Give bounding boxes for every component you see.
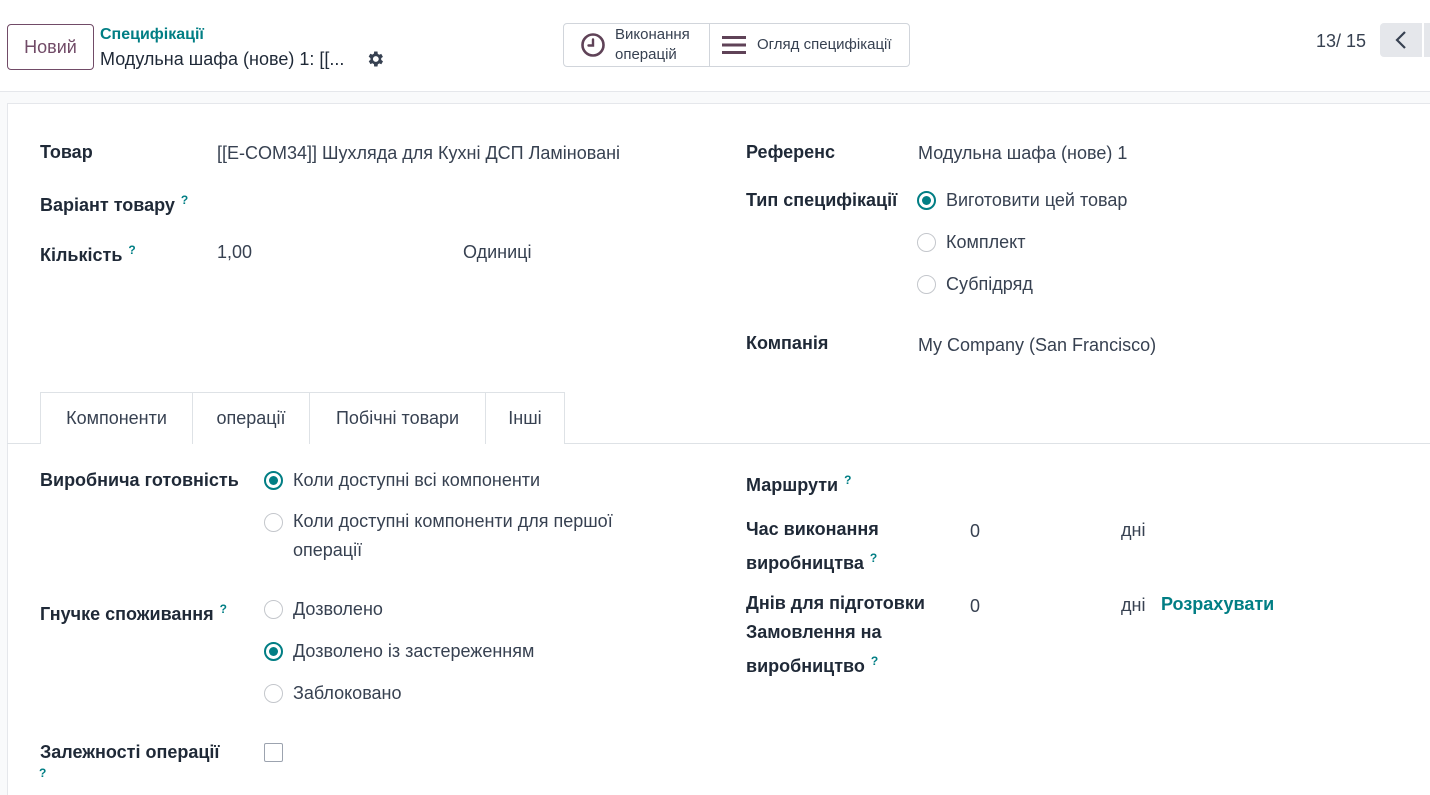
readiness-first-op-radio[interactable]: [264, 513, 283, 532]
dependencies-help-icon[interactable]: ?: [39, 766, 46, 780]
readiness-first-op-label-cont[interactable]: операції: [293, 536, 362, 565]
flexible-warning-label[interactable]: Дозволено із застереженням: [293, 637, 534, 666]
flexible-warning-radio[interactable]: [264, 642, 283, 661]
variant-label-text: Варіант товару: [40, 195, 175, 215]
flexible-allowed-radio[interactable]: [264, 600, 283, 619]
prep-days-label-line3: виробництво: [746, 656, 865, 676]
quantity-help-icon[interactable]: ?: [128, 243, 135, 257]
operation-dependencies-checkbox[interactable]: [264, 743, 283, 762]
lead-time-label: Час виконання виробництва?: [746, 515, 879, 578]
flexible-consumption-label-text: Гнучке споживання: [40, 604, 214, 624]
quantity-field[interactable]: 1,00: [217, 238, 252, 267]
routes-label: Маршрути?: [746, 466, 851, 500]
control-panel: Новий Специфікації Модульна шафа (нове) …: [0, 0, 1430, 92]
prep-days-label-line1: Днів для підготовки: [746, 593, 925, 613]
bom-type-kit-radio[interactable]: [917, 233, 936, 252]
variant-help-icon[interactable]: ?: [181, 193, 188, 207]
bom-type-subcontract-radio[interactable]: [917, 275, 936, 294]
flexible-consumption-label: Гнучке споживання?: [40, 595, 227, 629]
product-field[interactable]: [[E-COM34]] Шухляда для Кухні ДСП Ламіно…: [217, 139, 620, 168]
bom-type-label: Тип специфікації: [746, 190, 898, 210]
reference-label: Референс: [746, 142, 835, 162]
flexible-help-icon[interactable]: ?: [220, 602, 227, 616]
flexible-allowed-label[interactable]: Дозволено: [293, 595, 383, 624]
flexible-blocked-radio[interactable]: [264, 684, 283, 703]
prep-days-help-icon[interactable]: ?: [871, 654, 878, 668]
flexible-blocked-label[interactable]: Заблоковано: [293, 679, 402, 708]
tab-byproducts[interactable]: Побічні товари: [309, 392, 486, 444]
lead-time-unit: дні: [1121, 520, 1146, 540]
pager-previous-button[interactable]: [1380, 23, 1422, 57]
bom-type-manufacture-radio[interactable]: [917, 191, 936, 210]
company-field[interactable]: My Company (San Francisco): [918, 331, 1156, 360]
routes-help-icon[interactable]: ?: [844, 473, 851, 487]
product-label: Товар: [40, 142, 93, 162]
prep-days-unit: дні: [1121, 595, 1146, 615]
readiness-all-radio[interactable]: [264, 471, 283, 490]
breadcrumb-parent[interactable]: Специфікації: [100, 26, 204, 44]
compute-button[interactable]: Розрахувати: [1161, 594, 1274, 615]
prep-days-field[interactable]: 0: [970, 592, 980, 621]
form-sheet: [7, 103, 1430, 795]
operation-dependencies-label: Залежності операції: [40, 742, 220, 762]
prep-days-label: Днів для підготовки Замовлення на виробн…: [746, 589, 925, 681]
routes-label-text: Маршрути: [746, 475, 839, 495]
list-icon: [722, 36, 746, 54]
clock-icon: [581, 33, 605, 57]
tab-components[interactable]: Компоненти: [40, 392, 193, 444]
prep-days-label-line2: Замовлення на: [746, 622, 882, 642]
readiness-all-label[interactable]: Коли доступні всі компоненти: [293, 466, 540, 495]
uom-field[interactable]: Одиниці: [463, 238, 531, 267]
lead-time-field[interactable]: 0: [970, 517, 980, 546]
readiness-label: Виробнича готовність: [40, 470, 239, 490]
lead-time-label-line1: Час виконання: [746, 519, 879, 539]
chevron-left-icon: [1395, 31, 1406, 49]
variant-label: Варіант товару?: [40, 186, 188, 220]
gear-icon[interactable]: [365, 49, 385, 69]
lead-time-label-line2: виробництва: [746, 553, 864, 573]
smart-buttons: Виконання операцій Огляд специфікації: [563, 23, 910, 67]
new-button[interactable]: Новий: [7, 24, 94, 70]
readiness-first-op-label[interactable]: Коли доступні компоненти для першої: [293, 507, 613, 536]
operations-performance-button[interactable]: Виконання операцій: [564, 24, 710, 66]
bom-overview-label: Огляд специфікації: [757, 36, 892, 53]
tab-other[interactable]: Інші: [485, 392, 565, 444]
quantity-label-text: Кількість: [40, 245, 123, 265]
bom-type-subcontract-label[interactable]: Субпідряд: [946, 270, 1033, 299]
operations-performance-label: Виконання операцій: [615, 26, 690, 63]
breadcrumb-current: Модульна шафа (нове) 1: [[...: [100, 49, 345, 69]
company-label: Компанія: [746, 333, 829, 353]
pager-next-button[interactable]: [1424, 23, 1430, 57]
pager-value[interactable]: 13/ 15: [1316, 31, 1366, 52]
bom-overview-button[interactable]: Огляд специфікації: [710, 24, 909, 66]
bom-type-kit-label[interactable]: Комплект: [946, 228, 1025, 257]
bom-type-manufacture-label[interactable]: Виготовити цей товар: [946, 186, 1127, 215]
reference-field[interactable]: Модульна шафа (нове) 1: [918, 139, 1127, 168]
quantity-label: Кількість?: [40, 236, 136, 270]
tab-operations[interactable]: операції: [192, 392, 310, 444]
lead-time-help-icon[interactable]: ?: [870, 551, 877, 565]
